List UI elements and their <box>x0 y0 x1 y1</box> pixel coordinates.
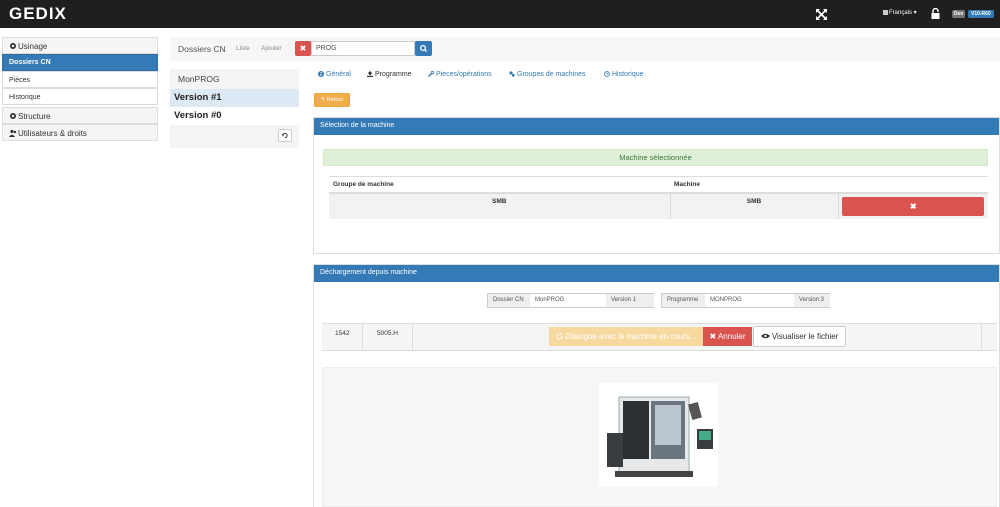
cancel-button[interactable]: ✖ Annuler <box>703 327 752 346</box>
return-label: Retour <box>326 97 344 103</box>
tab-historique[interactable]: Historique <box>604 71 644 78</box>
add-link[interactable]: Ajouter <box>261 45 282 52</box>
breadcrumb: Dossiers CN Liste Ajouter ✖ <box>170 37 1000 61</box>
panel-title: Sélection de la machine <box>314 118 999 135</box>
tab-pieces-operations[interactable]: Pieces/opérations <box>428 71 492 78</box>
action-cell: ✖ <box>838 193 988 219</box>
language-selector[interactable]: Français ▾ <box>883 9 917 16</box>
refresh-icon <box>281 132 288 139</box>
versions-panel: MonPROG Version #1 Version #0 <box>170 69 299 148</box>
sidebar: Usinage Dossiers CN Pièces Historique St… <box>2 37 158 141</box>
info-icon <box>318 71 324 77</box>
file-size: 1542 <box>335 330 350 337</box>
view-file-button[interactable]: Visualiser le fichier <box>753 326 846 347</box>
sidebar-item-dossiers-cn[interactable]: Dossiers CN <box>2 54 158 71</box>
folder-label: Dossier CN <box>488 294 530 307</box>
sidebar-item-label: Structure <box>18 112 51 121</box>
upload-icon <box>367 71 373 77</box>
gear-icon <box>10 113 16 119</box>
cnc-machine-image <box>599 383 718 487</box>
search-button[interactable] <box>415 41 432 56</box>
lock-icon[interactable] <box>931 8 940 19</box>
users-icon <box>9 129 17 137</box>
folder-value: MonPROG <box>530 294 606 307</box>
tab-label: Général <box>326 71 351 78</box>
fullscreen-icon[interactable] <box>815 8 828 21</box>
machine-group-cell: SMB <box>329 193 671 219</box>
dialog-message: Dialogue avec la machine en cours... <box>565 332 697 341</box>
top-navbar: GEDIX Français ▾ Dev V10-R60 <box>0 0 1000 28</box>
tab-programme[interactable]: Programme <box>367 71 412 78</box>
panel-title: Déchargement depuis machine <box>314 265 999 282</box>
tab-label: Groupes de machines <box>517 71 586 78</box>
column-header <box>838 176 988 194</box>
version-item[interactable]: Version #0 <box>170 107 299 125</box>
tab-label: Programme <box>375 71 412 78</box>
sidebar-item-structure[interactable]: Structure <box>2 107 158 124</box>
remove-machine-button[interactable]: ✖ <box>842 197 985 216</box>
tab-label: Pieces/opérations <box>436 71 492 78</box>
search-icon <box>419 44 427 52</box>
gear-icon <box>10 43 16 49</box>
folder-input-group: Dossier CN MonPROG Version 1 <box>487 293 654 308</box>
version-item[interactable]: Version #1 <box>170 89 299 107</box>
page-title: Dossiers CN <box>178 44 226 54</box>
table-row: SMB SMB ✖ <box>329 193 988 219</box>
cogs-icon <box>509 71 515 77</box>
file-name: 5005.H <box>377 330 398 337</box>
program-label: Programme <box>662 294 705 307</box>
sidebar-item-historique[interactable]: Historique <box>2 88 158 105</box>
flag-icon <box>883 9 888 15</box>
language-label: Français <box>889 10 913 16</box>
refresh-button[interactable] <box>278 129 292 142</box>
tab-groupes-machines[interactable]: Groupes de machines <box>509 71 585 78</box>
eye-icon <box>760 333 770 339</box>
sidebar-item-usinage[interactable]: Usinage <box>2 37 158 54</box>
search-input[interactable] <box>311 41 415 56</box>
program-name: MonPROG <box>178 74 220 84</box>
program-input-group: Programme MONPROG Version 3 <box>661 293 830 308</box>
machine-table: Groupe de machine Machine SMB SMB ✖ <box>329 176 988 219</box>
gedix-logo: GEDIX <box>9 5 67 21</box>
column-header: Machine <box>670 176 838 194</box>
clear-search-button[interactable]: ✖ <box>295 41 311 56</box>
machine-selection-panel: Sélection de la machine Machine sélectio… <box>313 117 1000 254</box>
environment-badge: Dev <box>952 10 966 18</box>
history-icon <box>604 71 610 77</box>
view-file-label: Visualiser le fichier <box>771 332 839 341</box>
tab-general[interactable]: Général <box>318 71 351 78</box>
folder-version: Version 1 <box>606 294 654 307</box>
machine-cell: SMB <box>670 193 839 219</box>
sidebar-item-label: Pièces <box>9 77 31 84</box>
version-badge: V10-R60 <box>968 10 994 18</box>
selected-machine-banner: Machine sélectionnée <box>323 149 988 166</box>
program-version: Version 3 <box>794 294 830 307</box>
cancel-label: Annuler <box>717 332 746 341</box>
sidebar-item-label: Dossiers CN <box>9 59 51 66</box>
wrench-icon <box>428 71 434 77</box>
list-link[interactable]: Liste <box>236 45 250 52</box>
column-header: Groupe de machine <box>329 176 670 194</box>
sidebar-item-utilisateurs[interactable]: Utilisateurs & droits <box>2 124 158 141</box>
sidebar-item-pieces[interactable]: Pièces <box>2 71 158 88</box>
program-value: MONPROG <box>705 294 794 307</box>
tab-label: Historique <box>612 71 644 78</box>
sidebar-item-label: Usinage <box>18 42 48 51</box>
sidebar-item-label: Historique <box>9 94 41 101</box>
return-button[interactable]: ↰ Retour <box>314 93 350 107</box>
spinner-icon <box>556 333 563 340</box>
svg-text:GEDIX: GEDIX <box>9 5 67 21</box>
machine-dialog-status: Dialogue avec la machine en cours... <box>549 327 703 346</box>
sidebar-item-label: Utilisateurs & droits <box>18 129 87 138</box>
